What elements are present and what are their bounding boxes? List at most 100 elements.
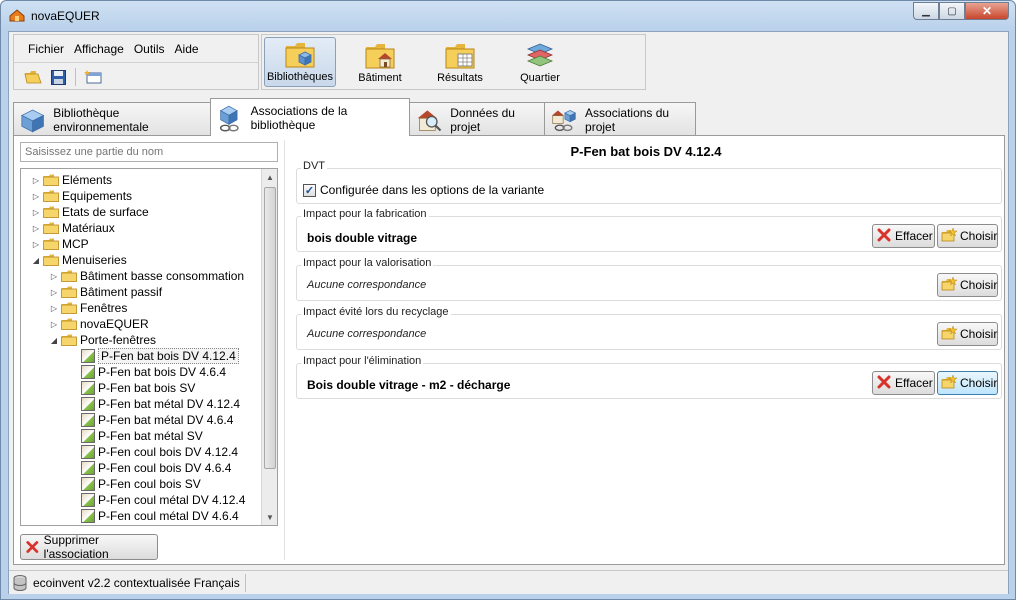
impact-group-label: Impact pour la fabrication bbox=[301, 208, 429, 220]
choose-folder-star-icon bbox=[941, 324, 958, 344]
app-logo-icon bbox=[9, 9, 25, 22]
delete-association-button[interactable]: Supprimer l'association bbox=[20, 533, 158, 561]
expand-arrow-icon[interactable]: ▷ bbox=[31, 192, 41, 201]
expand-arrow-icon[interactable]: ▷ bbox=[31, 224, 41, 233]
tree-item[interactable]: P-Fen coul métal DV 4.12.4 bbox=[69, 492, 245, 508]
ribbon-quartier-button[interactable]: Quartier bbox=[504, 37, 576, 87]
expand-arrow-icon[interactable]: ▷ bbox=[49, 304, 59, 313]
tree-item[interactable]: P-Fen coul métal DV 4.6.4 bbox=[69, 508, 239, 524]
scroll-down-icon[interactable]: ▼ bbox=[262, 509, 277, 525]
tab-label: Associations de la bibliothèque bbox=[250, 103, 348, 132]
tree-folder[interactable]: ▷ Eléments bbox=[31, 172, 112, 188]
ribbon-resultats-button[interactable]: Résultats bbox=[424, 37, 496, 87]
dvt-label: DVT bbox=[301, 160, 327, 172]
tree-label: P-Fen bat bois DV 4.6.4 bbox=[98, 365, 227, 379]
tab-label: Associations du projet bbox=[585, 105, 670, 134]
clear-button[interactable]: Effacer bbox=[872, 224, 935, 248]
impact-value: Bois double vitrage - m2 - décharge bbox=[307, 378, 511, 392]
close-button[interactable]: ✕ bbox=[965, 2, 1009, 20]
menu-fichier[interactable]: Fichier bbox=[28, 42, 64, 56]
menu-outils[interactable]: Outils bbox=[134, 42, 165, 56]
tab-associations-bibliotheque[interactable]: Associations de la bibliothèque bbox=[210, 98, 410, 136]
save-button[interactable] bbox=[47, 67, 69, 87]
tree-folder[interactable]: ▷ Fenêtres bbox=[49, 300, 127, 316]
ribbon-batiment-button[interactable]: Bâtiment bbox=[344, 37, 416, 87]
ribbon-resultats-label: Résultats bbox=[437, 72, 483, 84]
tab-donnees-projet[interactable]: Données du projet bbox=[409, 102, 545, 136]
tree-folder[interactable]: ▷ Bâtiment basse consommation bbox=[49, 268, 244, 284]
tree-folder[interactable]: ▷ novaEQUER bbox=[49, 316, 149, 332]
panel-splitter[interactable] bbox=[284, 140, 288, 560]
ribbon-bibliotheques-button[interactable]: Bibliothèques bbox=[264, 37, 336, 87]
tab-bibliotheque-environnementale[interactable]: Bibliothèque environnementale bbox=[13, 102, 211, 136]
tree-label: P-Fen bat bois SV bbox=[98, 381, 196, 395]
expand-arrow-icon[interactable]: ▷ bbox=[31, 208, 41, 217]
library-tree[interactable]: ▲ ▼ ▷ Eléments ▷ Equipements ▷ Etats de surfa… bbox=[20, 168, 278, 526]
tree-label: P-Fen bat bois DV 4.12.4 bbox=[98, 348, 239, 364]
tree-item[interactable]: P-Fen bat bois DV 4.6.4 bbox=[69, 364, 226, 380]
scrollbar-thumb[interactable] bbox=[264, 187, 276, 469]
collapse-arrow-icon[interactable]: ◢ bbox=[49, 336, 59, 345]
tree-item[interactable]: P-Fen bat bois SV bbox=[69, 380, 195, 396]
choose-button[interactable]: Choisir bbox=[937, 224, 998, 248]
clear-label: Effacer bbox=[895, 229, 933, 243]
tree-item[interactable]: P-Fen bat bois DV 4.12.4 bbox=[69, 348, 239, 364]
tree-item[interactable]: P-Fen bat métal SV bbox=[69, 428, 203, 444]
menu-aide[interactable]: Aide bbox=[175, 42, 199, 56]
expand-arrow-icon[interactable]: ▷ bbox=[31, 240, 41, 249]
clear-button[interactable]: Effacer bbox=[872, 371, 935, 395]
district-map-icon bbox=[526, 43, 554, 67]
tree-item[interactable]: P-Fen coul bois SV bbox=[69, 476, 201, 492]
tree-label: P-Fen coul bois DV 4.6.4 bbox=[98, 461, 232, 475]
expand-arrow-icon[interactable]: ▷ bbox=[49, 288, 59, 297]
tree-folder[interactable]: ▷ Bâtiment passif bbox=[49, 284, 162, 300]
title-bar[interactable]: novaEQUER ▁ ▢ ✕ bbox=[1, 1, 1015, 31]
folder-icon bbox=[43, 238, 59, 250]
tab-associations-projet[interactable]: Associations du projet bbox=[544, 102, 696, 136]
expand-arrow-icon[interactable]: ▷ bbox=[49, 272, 59, 281]
menu-affichage[interactable]: Affichage bbox=[74, 42, 124, 56]
choose-button[interactable]: Choisir bbox=[937, 273, 998, 297]
tree-item[interactable]: P-Fen coul bois DV 4.12.4 bbox=[69, 444, 238, 460]
door-window-icon bbox=[81, 445, 95, 459]
open-button[interactable] bbox=[22, 67, 44, 87]
expand-arrow-icon[interactable]: ▷ bbox=[49, 320, 59, 329]
delete-association-label: Supprimer l'association bbox=[43, 533, 109, 561]
tree-label: P-Fen bat métal DV 4.6.4 bbox=[98, 413, 234, 427]
tree-scrollbar[interactable]: ▲ ▼ bbox=[261, 169, 277, 525]
minimize-button[interactable]: ▁ bbox=[913, 2, 939, 20]
tree-folder[interactable]: ▷ Matériaux bbox=[31, 220, 115, 236]
tree-folder[interactable]: ◢ Menuiseries bbox=[31, 252, 127, 268]
tab-content: ▲ ▼ ▷ Eléments ▷ Equipements ▷ Etats de surfa… bbox=[13, 135, 1005, 565]
ribbon-quartier-label: Quartier bbox=[520, 72, 560, 84]
association-panel: P-Fen bat bois DV 4.12.4 DVT ✓ Configuré… bbox=[292, 140, 1002, 560]
cubes-link-icon bbox=[219, 105, 239, 132]
impact-group: Impact évité lors du recyclage Aucune cor… bbox=[296, 306, 1002, 350]
new-window-button[interactable] bbox=[82, 67, 104, 87]
scroll-up-icon[interactable]: ▲ bbox=[262, 169, 277, 185]
close-icon: ✕ bbox=[981, 4, 993, 18]
choose-button[interactable]: Choisir bbox=[937, 371, 998, 395]
tree-item[interactable]: P-Fen coul bois DV 4.6.4 bbox=[69, 460, 231, 476]
search-input[interactable] bbox=[20, 142, 278, 162]
door-window-icon bbox=[81, 509, 95, 523]
tree-folder[interactable]: ▷ MCP bbox=[31, 236, 89, 252]
dvt-checkbox[interactable]: ✓ bbox=[303, 183, 316, 197]
client-area: Fichier Affichage Outils Aide Bibliothèq… bbox=[8, 31, 1009, 594]
impact-value: bois double vitrage bbox=[307, 231, 418, 245]
maximize-button[interactable]: ▢ bbox=[939, 2, 965, 20]
tree-label: P-Fen coul métal DV 4.12.4 bbox=[98, 493, 246, 507]
choose-button[interactable]: Choisir bbox=[937, 322, 998, 346]
tree-item[interactable]: P-Fen bat métal DV 4.12.4 bbox=[69, 396, 240, 412]
dvt-checkbox-row[interactable]: ✓ Configurée dans les options de la vari… bbox=[303, 183, 544, 197]
clear-label: Effacer bbox=[895, 376, 933, 390]
tree-item[interactable]: P-Fen bat métal DV 4.6.4 bbox=[69, 412, 233, 428]
door-window-icon bbox=[81, 413, 95, 427]
tree-folder[interactable]: ▷ Etats de surface bbox=[31, 204, 149, 220]
window-title: novaEQUER bbox=[31, 9, 100, 23]
expand-arrow-icon[interactable]: ▷ bbox=[31, 176, 41, 185]
collapse-arrow-icon[interactable]: ◢ bbox=[31, 256, 41, 265]
folder-icon bbox=[61, 270, 77, 282]
tree-folder[interactable]: ◢ Porte-fenêtres bbox=[49, 332, 156, 348]
tree-folder[interactable]: ▷ Equipements bbox=[31, 188, 132, 204]
